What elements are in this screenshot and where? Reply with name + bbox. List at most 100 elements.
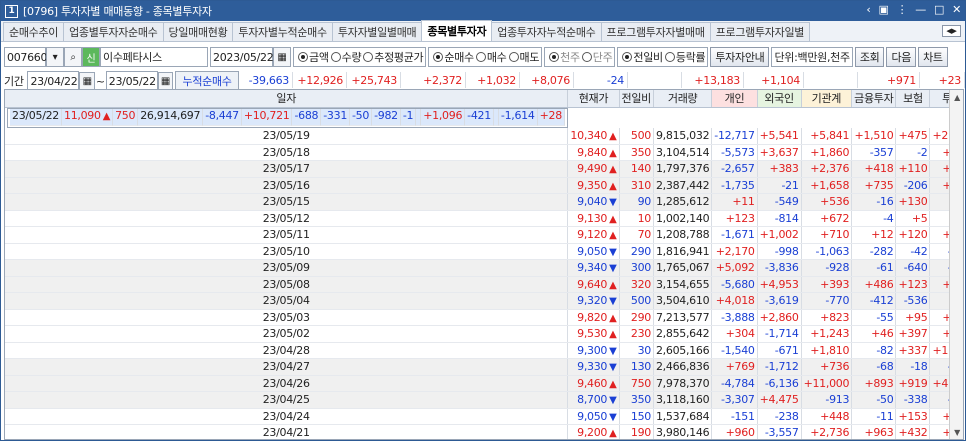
table-row[interactable]: 23/05/02 9,530 ▲ 230 2,855,642 +304 -1,714 +1,2… bbox=[5, 325, 963, 343]
table-row[interactable]: 23/05/22 11,090 ▲ 750 26,914,697 -8,447 +10,72… bbox=[7, 107, 568, 128]
investor-guide-button[interactable]: 투자자안내 bbox=[710, 47, 770, 67]
layout-icon[interactable]: ▣ bbox=[878, 3, 888, 16]
table-cell: -4,784 bbox=[711, 375, 758, 392]
scroll-down-icon[interactable]: ▼ bbox=[950, 425, 963, 439]
calendar-icon[interactable]: ▦ bbox=[273, 47, 291, 67]
table-row[interactable]: 23/04/24 9,050 ▼ 150 1,537,684 -151 -238 +448 -1… bbox=[5, 408, 963, 425]
table-cell: +893 bbox=[851, 375, 897, 392]
table-row[interactable]: 23/04/25 8,700 ▼ 350 3,118,160 -3,307 +4,475 -9… bbox=[5, 391, 963, 409]
radio-amount[interactable] bbox=[298, 52, 308, 62]
table-row[interactable]: 23/05/11 9,120 ▲ 70 1,208,788 -1,671 +1,002 +71… bbox=[5, 226, 963, 244]
scroll-up-icon[interactable]: ▲ bbox=[950, 90, 963, 104]
table-row[interactable]: 23/04/26 9,460 ▲ 750 7,978,370 -4,784 -6,136 +1… bbox=[5, 375, 963, 392]
calendar-from-icon[interactable]: ▦ bbox=[79, 72, 95, 90]
radio-quantity[interactable] bbox=[330, 52, 341, 62]
table-cell: -1,735 bbox=[711, 177, 758, 194]
tab-0[interactable]: 순매수추이 bbox=[3, 22, 65, 41]
table-row[interactable]: 23/05/12 9,130 ▲ 10 1,002,140 +123 -814 +672 -4 +… bbox=[5, 210, 963, 227]
table-cell: -238 bbox=[757, 408, 802, 425]
toolbar: 007660 ▾ ⌕ 신 이수페타시스 2023/05/22 ▦ 금액 수량 추… bbox=[1, 45, 965, 69]
column-header[interactable]: 개인 bbox=[711, 90, 758, 108]
table-cell: 9,340 ▼ bbox=[567, 259, 620, 277]
table-cell: 23/04/27 bbox=[5, 358, 569, 376]
vertical-scrollbar[interactable]: ▲ ▼ bbox=[949, 90, 963, 439]
menu-icon[interactable]: ⋮ bbox=[897, 3, 908, 16]
table-row[interactable]: 23/05/09 9,340 ▼ 300 1,765,067 +5,092 -3,836 -9… bbox=[5, 259, 963, 277]
search-button[interactable]: 조회 bbox=[854, 47, 885, 67]
tab-3[interactable]: 투자자별누적순매수 bbox=[232, 22, 333, 41]
table-cell: -1,671 bbox=[711, 226, 758, 244]
table-row[interactable]: 23/04/28 9,300 ▼ 30 2,605,166 -1,540 -671 +1,81… bbox=[5, 342, 963, 359]
tab-5[interactable]: 종목별투자자 bbox=[421, 20, 493, 41]
maximize-icon[interactable]: □ bbox=[934, 3, 944, 16]
table-row[interactable]: 23/05/08 9,640 ▲ 320 3,154,655 -5,680 +4,953 +3… bbox=[5, 276, 963, 293]
up-arrow-icon: ▲ bbox=[609, 131, 617, 142]
tab-8[interactable]: 프로그램투자자일별 bbox=[709, 22, 811, 41]
tab-1[interactable]: 업종별투자자순매수 bbox=[63, 22, 164, 41]
table-cell: +736 bbox=[801, 358, 853, 376]
tab-6[interactable]: 업종투자자누적순매수 bbox=[491, 22, 602, 41]
radio-sell[interactable] bbox=[508, 52, 519, 62]
table-cell: +153 bbox=[895, 408, 931, 425]
radio-buy[interactable] bbox=[475, 52, 486, 62]
column-header[interactable]: 기관계 bbox=[801, 90, 853, 108]
table-cell: 2,855,642 bbox=[653, 325, 713, 343]
cumulative-label: 누적순매수 bbox=[175, 71, 239, 91]
minimize-icon[interactable]: — bbox=[915, 3, 926, 16]
table-row[interactable]: 23/05/17 9,490 ▲ 140 1,797,376 -2,657 +383 +2,3… bbox=[5, 160, 963, 178]
dropdown-icon[interactable]: ▾ bbox=[46, 47, 64, 67]
radio-netbuy[interactable] bbox=[433, 52, 444, 62]
table-cell: -3,307 bbox=[711, 391, 758, 409]
investor-grid[interactable]: 일자현재가전일비거래량개인외국인기관계금융투자보험투신기타금융은행연기금등사모펀… bbox=[4, 89, 964, 440]
close-icon[interactable]: ✕ bbox=[952, 3, 961, 16]
date-input[interactable]: 2023/05/22 bbox=[210, 47, 274, 67]
summary-cell: +13,183 bbox=[682, 72, 744, 88]
column-header[interactable]: 현재가 bbox=[567, 90, 620, 108]
table-row[interactable]: 23/05/16 9,350 ▲ 310 2,387,442 -1,735 -21 +1,65… bbox=[5, 177, 963, 194]
column-header[interactable]: 거래량 bbox=[653, 90, 713, 108]
summary-cell: +8,076 bbox=[520, 72, 574, 88]
stock-name-field[interactable]: 이수페타시스 bbox=[100, 47, 208, 67]
table-row[interactable]: 23/05/03 9,820 ▲ 290 7,213,577 -3,888 +2,860 +8… bbox=[5, 309, 963, 326]
search-icon[interactable]: ⌕ bbox=[64, 47, 82, 67]
tab-4[interactable]: 투자자별일별매매 bbox=[331, 22, 423, 41]
table-row[interactable]: 23/05/04 9,320 ▼ 500 3,504,610 +4,018 -3,619 -7… bbox=[5, 292, 963, 310]
period-to-input[interactable]: 23/05/22 bbox=[105, 71, 158, 91]
summary-cell: +23 bbox=[920, 72, 965, 88]
prev-icon[interactable]: ‹ bbox=[866, 3, 870, 16]
table-cell: 23/05/18 bbox=[5, 144, 569, 161]
radio-thousand[interactable] bbox=[549, 52, 560, 62]
column-header[interactable]: 외국인 bbox=[757, 90, 802, 108]
period-from-input[interactable]: 23/04/22 bbox=[27, 71, 80, 91]
stock-code-input[interactable]: 007660 bbox=[4, 47, 48, 67]
chart-button[interactable]: 차트 bbox=[918, 47, 948, 67]
table-row[interactable]: 23/05/10 9,050 ▼ 290 1,816,941 +2,170 -998 -1,0… bbox=[5, 243, 963, 260]
table-row[interactable]: 23/04/21 9,200 ▲ 190 3,980,146 +960 -3,557 +2,7… bbox=[5, 424, 963, 439]
column-header[interactable]: 보험 bbox=[895, 90, 931, 108]
radio-avgprice[interactable] bbox=[363, 52, 374, 62]
column-header[interactable]: 전일비 bbox=[619, 90, 654, 108]
column-header[interactable]: 일자 bbox=[5, 90, 569, 108]
summary-cell: -39,663 bbox=[239, 72, 293, 88]
up-arrow-icon: ▲ bbox=[609, 164, 617, 176]
calendar-to-icon[interactable]: ▦ bbox=[157, 72, 174, 90]
summary-cell: +25,743 bbox=[347, 72, 401, 88]
table-cell: +418 bbox=[851, 160, 897, 178]
table-row[interactable]: 23/05/18 9,840 ▲ 350 3,104,514 -5,573 +3,637 +1… bbox=[5, 144, 963, 161]
next-button[interactable]: 다음 bbox=[886, 47, 917, 67]
table-cell: +5,092 bbox=[711, 259, 758, 277]
radio-prevday[interactable] bbox=[622, 52, 633, 62]
radio-single[interactable] bbox=[581, 52, 592, 62]
table-row[interactable]: 23/05/15 9,040 ▼ 90 1,285,612 +11 -549 +536 -16 +… bbox=[5, 193, 963, 211]
tab-7[interactable]: 프로그램투자자별매매 bbox=[600, 22, 711, 41]
tab-scroll-icon[interactable]: ◀▶ bbox=[942, 25, 961, 37]
table-cell: +769 bbox=[711, 358, 758, 376]
table-cell: -206 bbox=[895, 177, 931, 194]
table-row[interactable]: 23/04/27 9,330 ▼ 130 2,466,836 +769 -1,712 +736… bbox=[5, 358, 963, 376]
table-cell: +110 bbox=[895, 160, 931, 178]
radio-rate[interactable] bbox=[664, 52, 675, 62]
table-cell: -998 bbox=[757, 243, 802, 260]
table-row[interactable]: 23/05/19 10,340 ▲ 500 9,815,032 -12,717 +5,541… bbox=[5, 127, 963, 145]
column-header[interactable]: 금융투자 bbox=[851, 90, 897, 108]
tab-2[interactable]: 당일매매현황 bbox=[162, 22, 234, 41]
